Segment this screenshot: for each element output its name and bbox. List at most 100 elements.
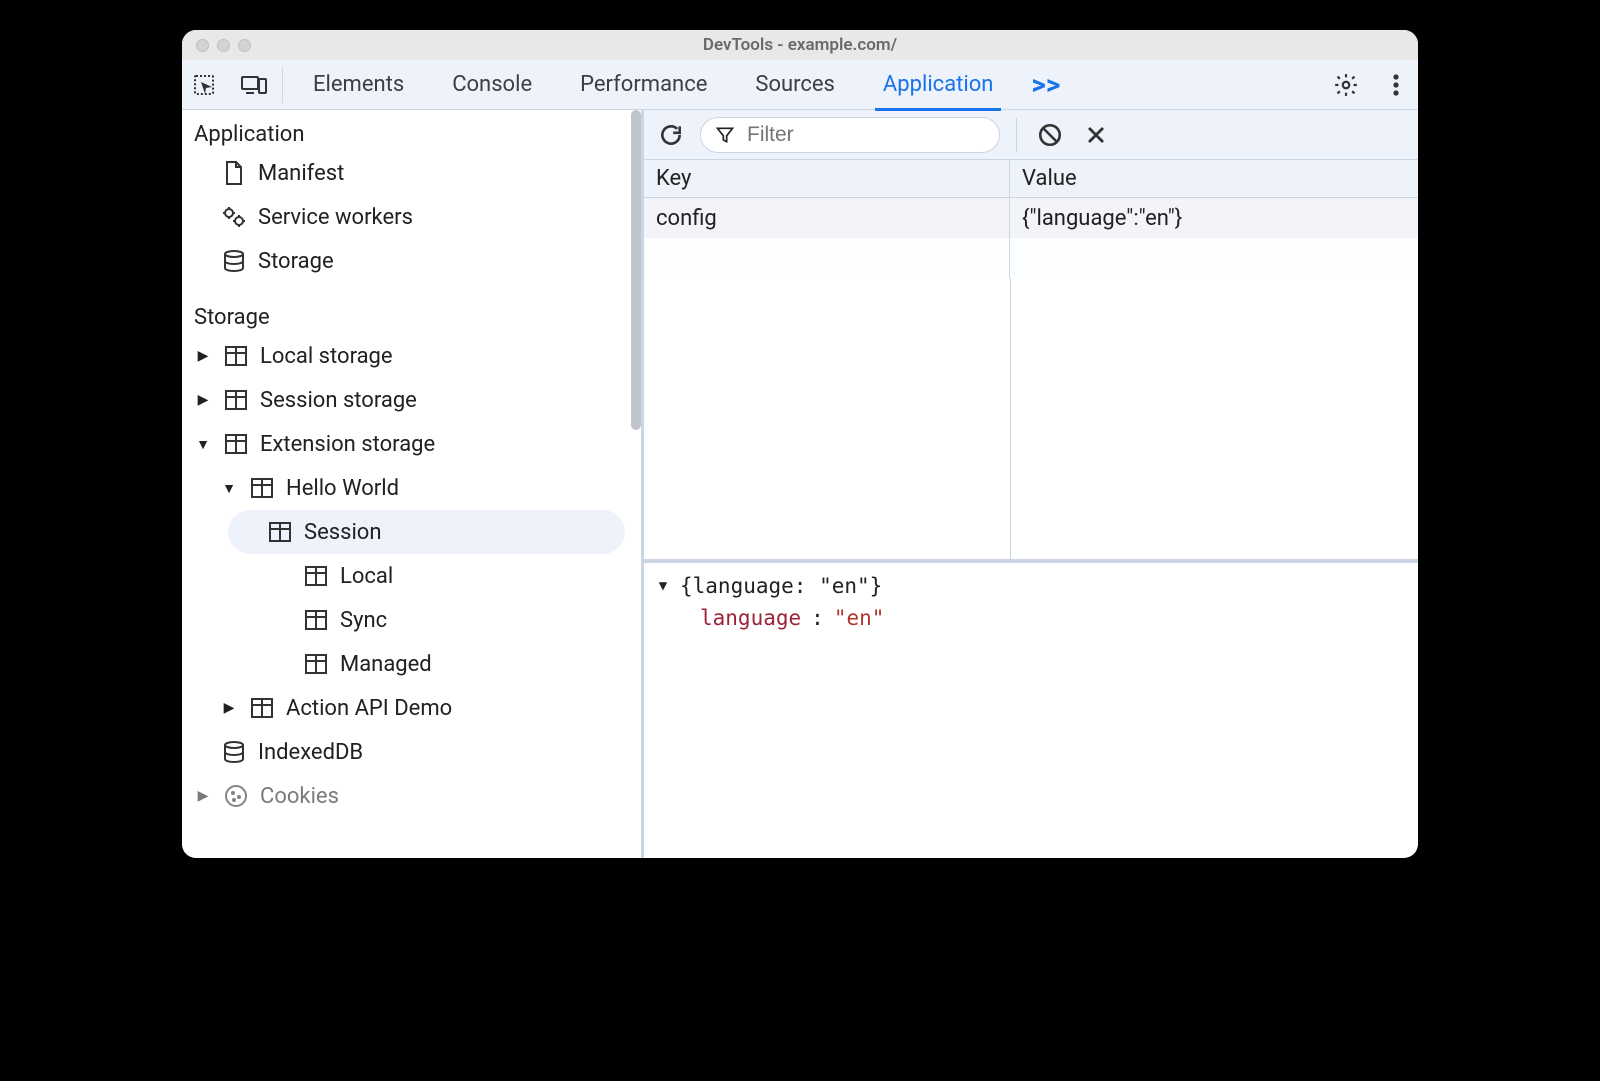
chevron-right-icon: ▶ — [194, 788, 212, 804]
tab-application[interactable]: Application — [859, 60, 1017, 110]
cell-text: config — [656, 206, 717, 231]
refresh-icon — [658, 122, 684, 148]
sidebar-item-label: Session storage — [260, 388, 417, 413]
sidebar-item-indexeddb[interactable]: IndexedDB — [182, 730, 641, 774]
overflow-tabs-button[interactable]: >> — [1017, 68, 1074, 101]
toolbar-right — [1330, 69, 1418, 101]
sidebar-item-manifest[interactable]: Manifest — [182, 151, 641, 195]
tab-console[interactable]: Console — [428, 60, 556, 110]
tab-sources[interactable]: Sources — [731, 60, 859, 110]
sidebar-item-local[interactable]: Local — [182, 554, 641, 598]
filter-field[interactable] — [700, 117, 1000, 153]
filter-input[interactable] — [745, 122, 965, 148]
tab-label: Application — [883, 72, 993, 97]
minimize-window-button[interactable] — [217, 39, 230, 52]
section-storage: Storage — [182, 301, 641, 334]
sidebar-item-session[interactable]: Session — [228, 510, 625, 554]
preview-property-row[interactable]: language: "en" — [656, 603, 1406, 635]
sidebar-item-managed[interactable]: Managed — [182, 642, 641, 686]
database-icon — [220, 247, 248, 275]
table-icon — [222, 342, 250, 370]
close-icon — [1084, 123, 1108, 147]
chevron-right-icon: ▶ — [220, 700, 238, 716]
preview-prop-value: "en" — [834, 603, 885, 635]
sidebar-item-label: Action API Demo — [286, 696, 452, 721]
filter-icon — [715, 125, 735, 145]
inspect-tools — [182, 69, 276, 101]
application-sidebar: Application Manifest Service workers Sto… — [182, 110, 642, 858]
ban-icon — [1037, 122, 1063, 148]
tab-label: Sources — [755, 72, 835, 97]
table-header: Key Value — [644, 160, 1418, 198]
window-title: DevTools - example.com/ — [182, 35, 1418, 55]
section-application: Application — [182, 118, 641, 151]
preview-summary-row[interactable]: ▼ {language: "en"} — [656, 571, 1406, 603]
column-header-key[interactable]: Key — [644, 160, 1010, 197]
vertical-divider — [282, 67, 283, 103]
cell-key: config — [644, 198, 1010, 238]
chevron-down-icon: ▼ — [656, 576, 670, 597]
devtools-tabstrip: Elements Console Performance Sources App… — [182, 60, 1418, 110]
sidebar-item-local-storage[interactable]: ▶ Local storage — [182, 334, 641, 378]
table-row-empty[interactable] — [644, 238, 1418, 278]
table-row[interactable]: config {"language":"en"} — [644, 198, 1418, 238]
panel-body: Application Manifest Service workers Sto… — [182, 110, 1418, 858]
gears-icon — [220, 203, 248, 231]
scrollbar-thumb[interactable] — [631, 110, 641, 430]
sidebar-item-extension-storage[interactable]: ▼ Extension storage — [182, 422, 641, 466]
sidebar-item-service-workers[interactable]: Service workers — [182, 195, 641, 239]
kebab-menu-button[interactable] — [1380, 69, 1412, 101]
delete-selected-button[interactable] — [1079, 118, 1113, 152]
chevron-right-double-icon: >> — [1031, 68, 1060, 101]
sidebar-item-label: Local — [340, 564, 393, 589]
sidebar-item-label: Managed — [340, 652, 432, 677]
close-window-button[interactable] — [196, 39, 209, 52]
device-toolbar-icon[interactable] — [238, 69, 270, 101]
chevron-down-icon: ▼ — [194, 436, 212, 453]
gear-icon — [1333, 72, 1359, 98]
storage-panel: Key Value config {"language":"en"} ▼ — [642, 110, 1418, 858]
zoom-window-button[interactable] — [238, 39, 251, 52]
document-icon — [220, 159, 248, 187]
tab-label: Console — [452, 72, 532, 97]
sidebar-item-label: Local storage — [260, 344, 393, 369]
tab-elements[interactable]: Elements — [289, 60, 428, 110]
table-icon — [302, 562, 330, 590]
sidebar-item-label: Cookies — [260, 784, 339, 809]
chevron-down-icon: ▼ — [220, 480, 238, 497]
preview-sep: : — [811, 603, 824, 635]
cell-value: {"language":"en"} — [1010, 198, 1418, 238]
sidebar-item-hello-world[interactable]: ▼ Hello World — [182, 466, 641, 510]
dots-vertical-icon — [1393, 74, 1399, 96]
element-picker-icon[interactable] — [188, 69, 220, 101]
cell-text: {"language":"en"} — [1022, 206, 1182, 231]
table-icon — [302, 650, 330, 678]
sidebar-item-label: Hello World — [286, 476, 399, 501]
traffic-lights — [196, 39, 251, 52]
sidebar-item-sync[interactable]: Sync — [182, 598, 641, 642]
sidebar-item-action-api-demo[interactable]: ▶ Action API Demo — [182, 686, 641, 730]
table-icon — [266, 518, 294, 546]
sidebar-item-label: Manifest — [258, 161, 344, 186]
sidebar-item-label: Session — [304, 520, 381, 545]
object-preview: ▼ {language: "en"} language: "en" — [644, 560, 1418, 642]
sidebar-item-label: IndexedDB — [258, 740, 363, 765]
tab-performance[interactable]: Performance — [556, 60, 731, 110]
column-divider[interactable] — [1010, 278, 1011, 559]
clear-all-button[interactable] — [1033, 118, 1067, 152]
sidebar-item-cookies[interactable]: ▶ Cookies — [182, 774, 641, 818]
refresh-button[interactable] — [654, 118, 688, 152]
storage-toolbar — [644, 110, 1418, 160]
sidebar-item-session-storage[interactable]: ▶ Session storage — [182, 378, 641, 422]
storage-table: Key Value config {"language":"en"} — [644, 160, 1418, 560]
sidebar-item-storage[interactable]: Storage — [182, 239, 641, 283]
panel-tabs: Elements Console Performance Sources App… — [289, 60, 1330, 110]
chevron-right-icon: ▶ — [194, 392, 212, 408]
tab-label: Performance — [580, 72, 707, 97]
sidebar-tree: Application Manifest Service workers Sto… — [182, 110, 641, 818]
preview-prop-key: language — [700, 603, 801, 635]
sidebar-item-label: Sync — [340, 608, 387, 633]
settings-button[interactable] — [1330, 69, 1362, 101]
table-icon — [248, 474, 276, 502]
column-header-value[interactable]: Value — [1010, 160, 1418, 197]
